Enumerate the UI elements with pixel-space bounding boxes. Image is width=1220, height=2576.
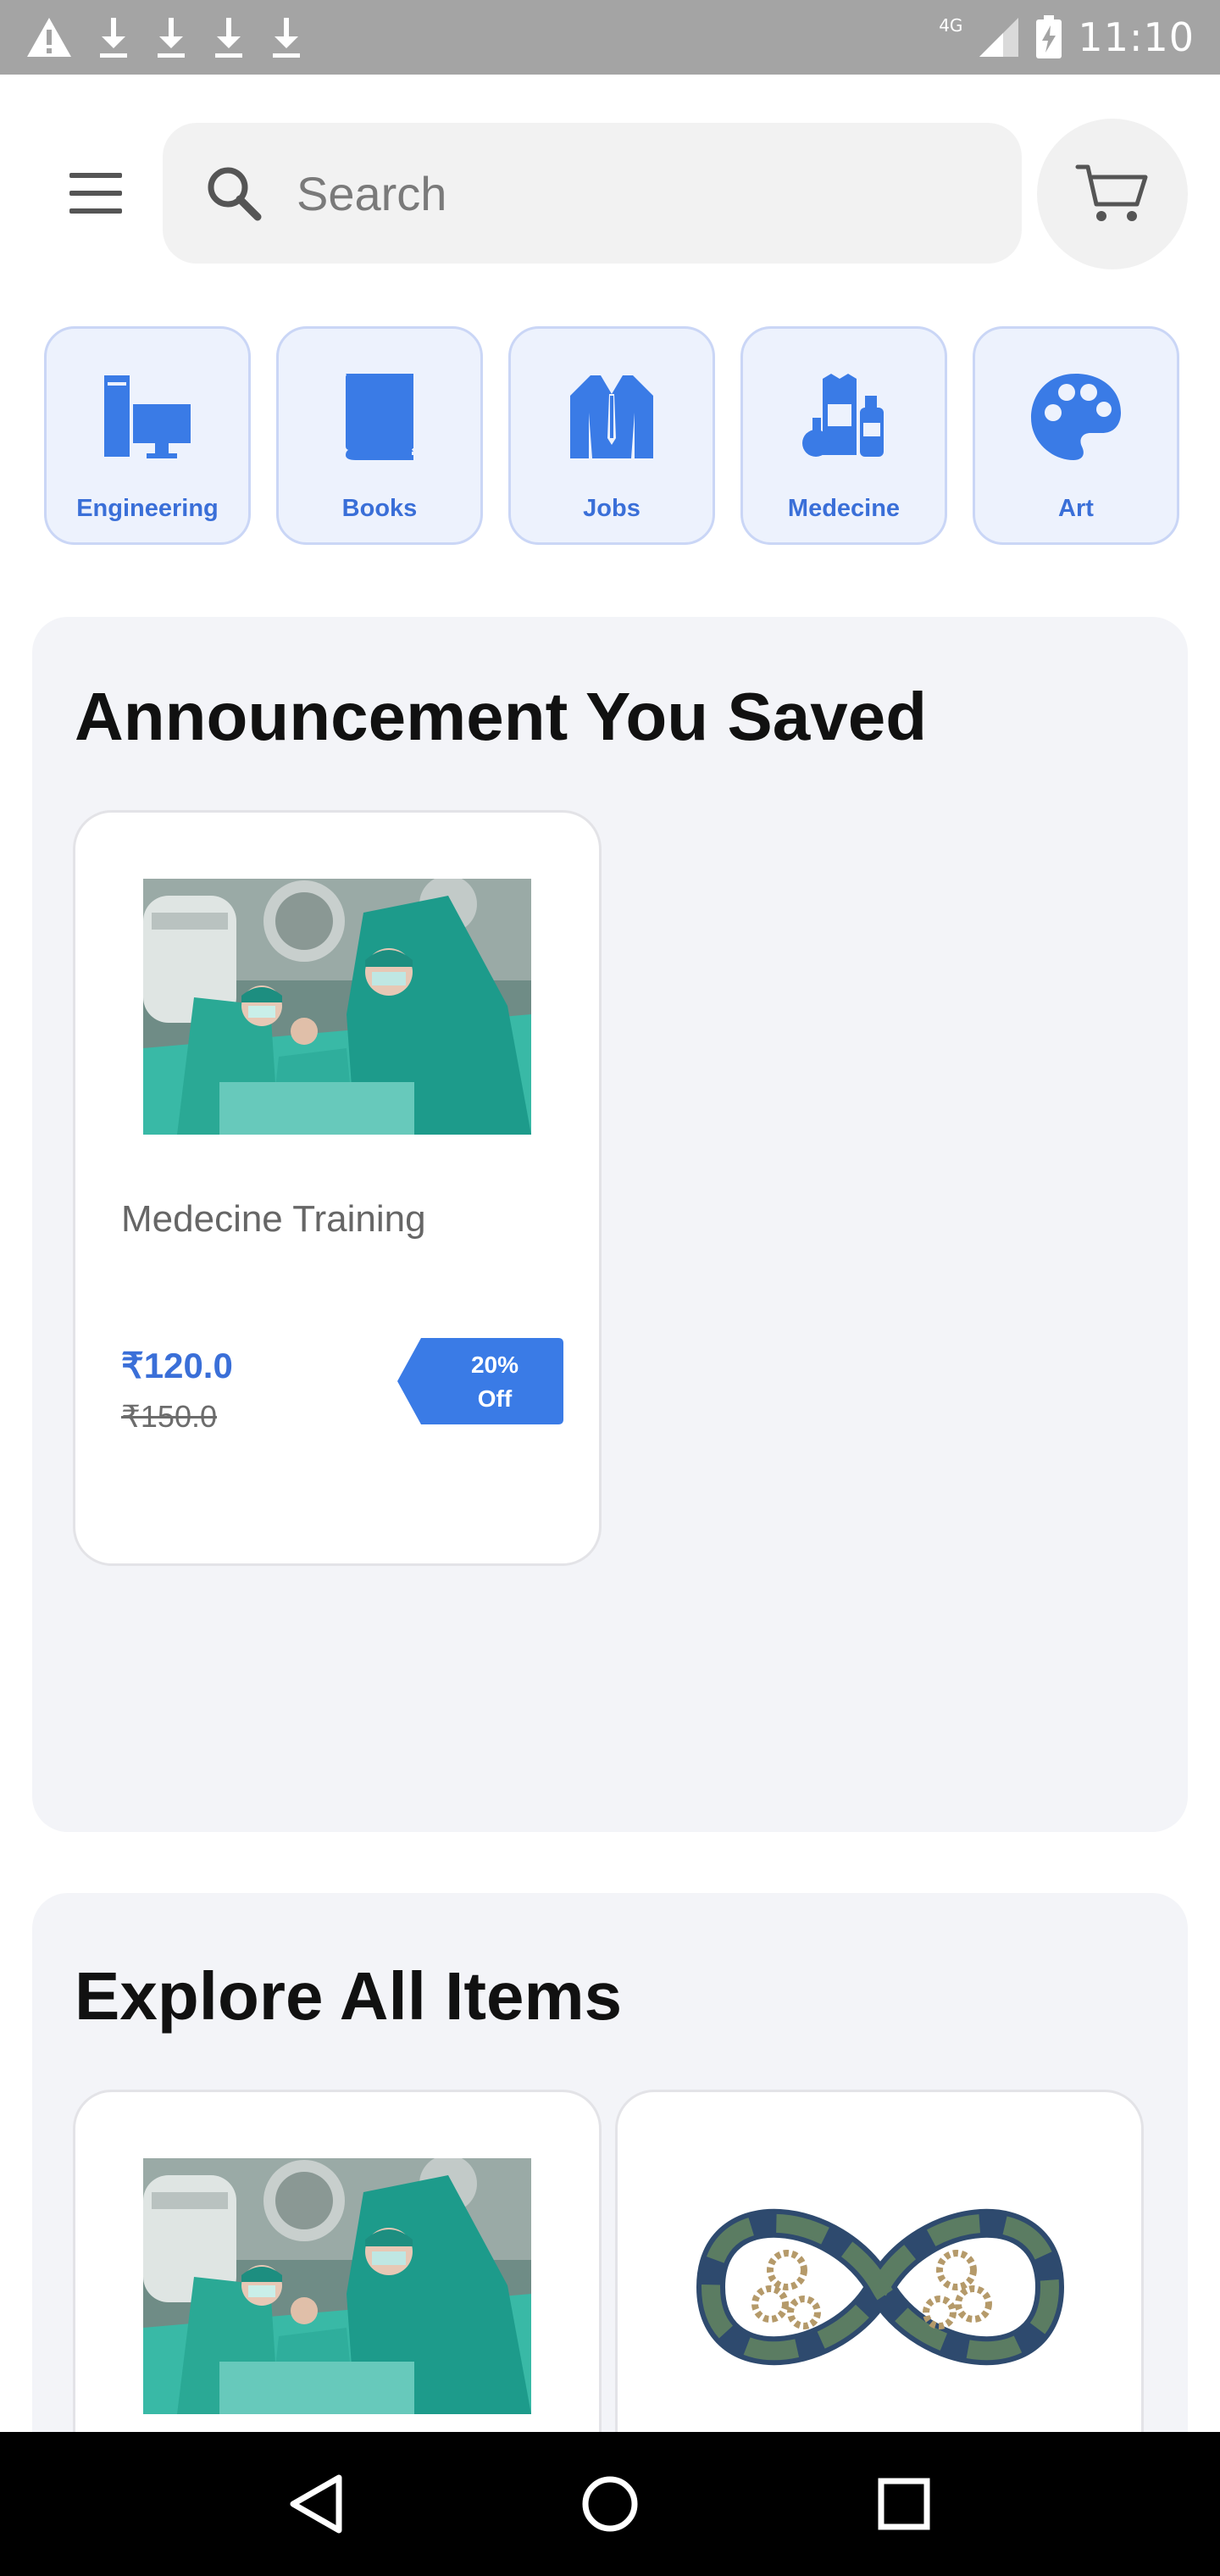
recents-square-icon bbox=[878, 2478, 930, 2530]
category-list: Engineering Books Jobs Medecine Art bbox=[44, 326, 1179, 545]
devops-infinity-image bbox=[694, 2177, 1067, 2397]
search-input[interactable] bbox=[297, 165, 940, 221]
book-icon bbox=[330, 368, 429, 466]
download-icon bbox=[100, 18, 127, 58]
category-label: Jobs bbox=[583, 495, 640, 522]
network-type-label: 4G bbox=[939, 15, 963, 36]
item-title: Medecine Training bbox=[121, 1198, 426, 1240]
medicine-icon bbox=[795, 368, 893, 466]
clock: 11:10 bbox=[1078, 14, 1195, 60]
back-button[interactable] bbox=[278, 2466, 354, 2542]
search-bar[interactable] bbox=[163, 123, 1022, 264]
status-bar: 4G 11:10 bbox=[0, 0, 1220, 75]
category-art[interactable]: Art bbox=[973, 326, 1179, 545]
surgery-image bbox=[143, 2158, 531, 2414]
category-engineering[interactable]: Engineering bbox=[44, 326, 251, 545]
menu-button[interactable] bbox=[66, 169, 125, 217]
category-label: Medecine bbox=[787, 495, 901, 522]
section-title: Explore All Items bbox=[75, 1958, 623, 2034]
hamburger-menu-icon bbox=[69, 173, 122, 214]
discount-off-label: Off bbox=[477, 1385, 513, 1412]
signal-icon bbox=[979, 18, 1019, 57]
saved-announcements-section: Announcement You Saved Medecine Training… bbox=[32, 617, 1188, 1832]
item-price: ₹120.0 bbox=[121, 1346, 233, 1385]
home-button[interactable] bbox=[572, 2466, 648, 2542]
item-original-price: ₹150.0 bbox=[121, 1399, 217, 1434]
back-triangle-icon bbox=[290, 2474, 342, 2534]
section-title: Announcement You Saved bbox=[75, 679, 928, 754]
download-icon bbox=[215, 18, 242, 58]
discount-percent: 20% bbox=[470, 1352, 519, 1378]
category-books[interactable]: Books bbox=[276, 326, 483, 545]
download-icon bbox=[273, 18, 300, 58]
status-notifications bbox=[25, 16, 303, 58]
status-system: 4G 11:10 bbox=[939, 14, 1195, 60]
surgery-image bbox=[143, 879, 531, 1135]
engineering-icon bbox=[98, 368, 197, 466]
discount-badge: 20% Off bbox=[397, 1338, 563, 1424]
category-label: Books bbox=[341, 495, 418, 522]
home-circle-icon bbox=[582, 2476, 638, 2532]
battery-charging-icon bbox=[1036, 15, 1062, 58]
category-medecine[interactable]: Medecine bbox=[740, 326, 947, 545]
category-label: Art bbox=[1058, 495, 1094, 522]
saved-item-card[interactable]: Medecine Training ₹120.0 ₹150.0 20% Off bbox=[73, 810, 602, 1566]
palette-icon bbox=[1027, 368, 1125, 466]
category-jobs[interactable]: Jobs bbox=[508, 326, 715, 545]
search-icon bbox=[208, 167, 262, 221]
cart-button[interactable] bbox=[1037, 119, 1188, 269]
recents-button[interactable] bbox=[866, 2466, 942, 2542]
suit-icon bbox=[563, 368, 661, 466]
system-nav-bar bbox=[0, 2432, 1220, 2576]
category-label: Engineering bbox=[76, 495, 219, 522]
warning-icon bbox=[27, 18, 71, 57]
cart-icon bbox=[1075, 164, 1148, 221]
download-icon bbox=[158, 18, 185, 58]
